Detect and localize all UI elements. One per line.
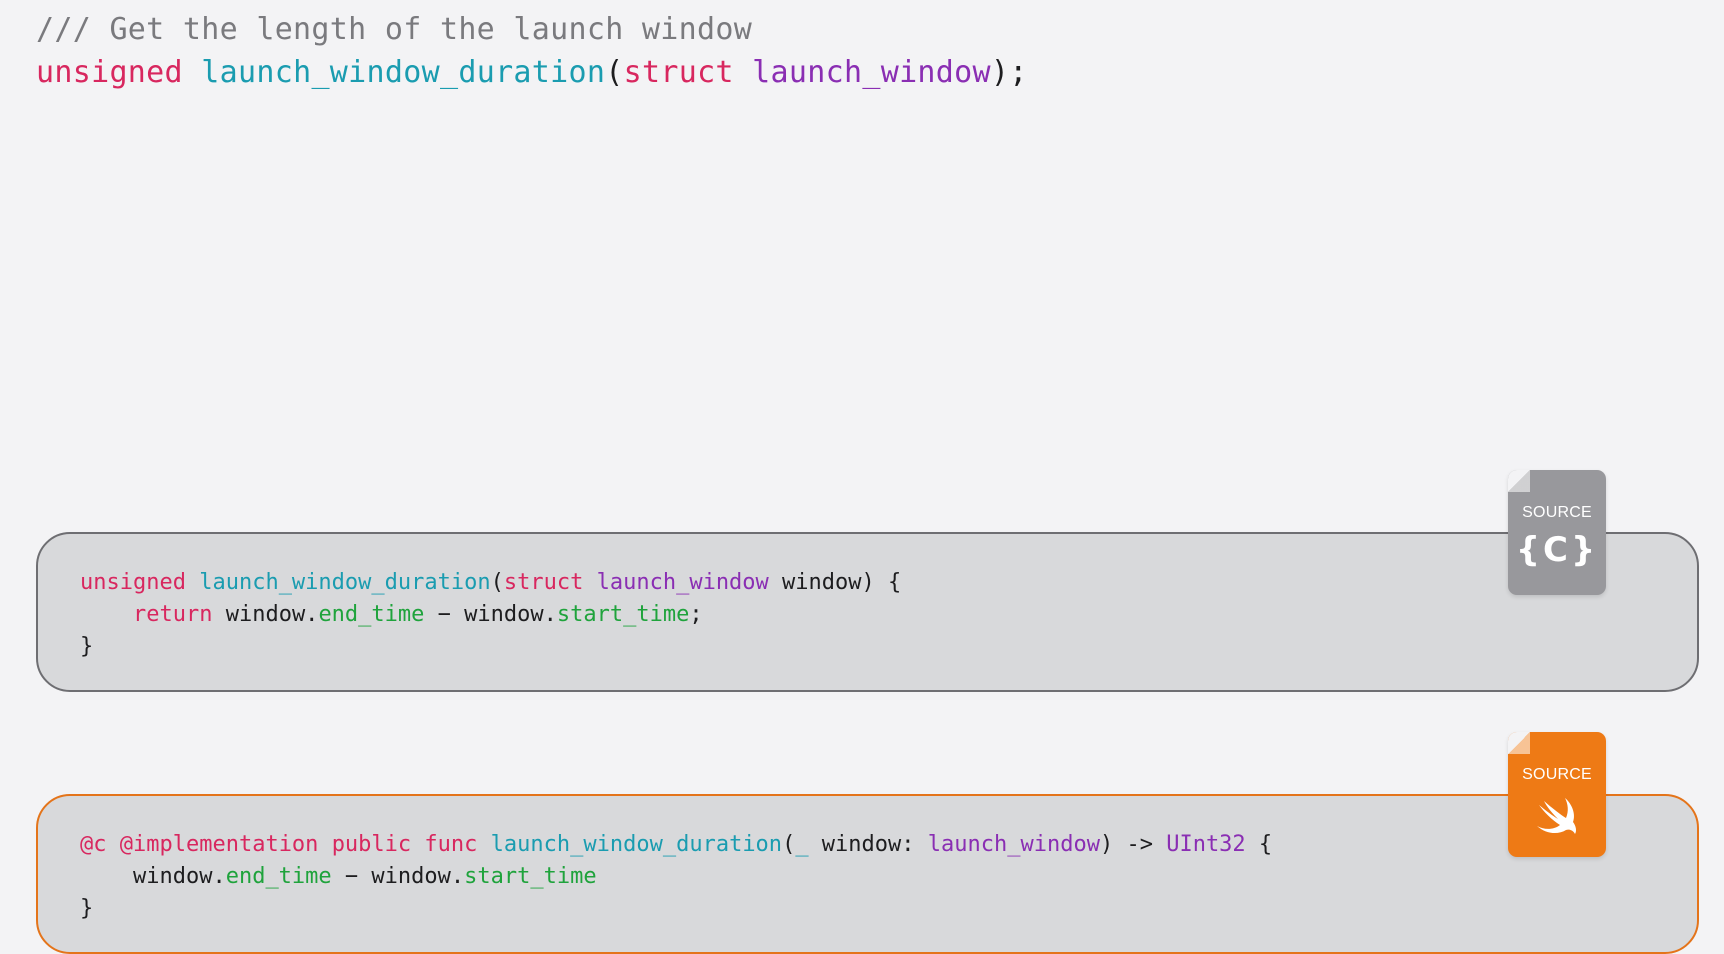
swift-logo-icon xyxy=(1537,798,1577,834)
property-start-time: start_time xyxy=(556,602,690,627)
argument-label: _ xyxy=(795,832,809,857)
property-end-time: end_time xyxy=(318,602,425,627)
return-type: UInt32 xyxy=(1166,832,1246,857)
attribute-c: @c xyxy=(80,832,107,857)
close-brace: } xyxy=(80,634,94,659)
page-fold xyxy=(1508,470,1530,492)
param-and-brace: window) { xyxy=(768,570,902,595)
keyword-public: public xyxy=(331,832,412,857)
function-name: launch_window_duration xyxy=(490,832,783,857)
swift-code: @c @implementation public func launch_wi… xyxy=(80,829,1272,925)
property-start-time: start_time xyxy=(464,864,597,889)
type-name: launch_window xyxy=(596,570,769,595)
close-paren-semicolon: ); xyxy=(990,55,1028,90)
code-text: window. xyxy=(132,864,226,889)
open-brace: { xyxy=(1245,832,1273,857)
c-source-block: unsigned launch_window_duration(struct l… xyxy=(36,532,1699,692)
page-fold xyxy=(1508,732,1530,754)
keyword-func: func xyxy=(424,832,478,857)
open-paren: ( xyxy=(782,832,796,857)
keyword-struct: struct xyxy=(503,570,584,595)
close-brace: } xyxy=(80,896,94,921)
property-end-time: end_time xyxy=(225,864,332,889)
keyword-unsigned: unsigned xyxy=(36,55,183,90)
keyword-struct: struct xyxy=(623,55,734,90)
semicolon: ; xyxy=(689,602,703,627)
code-text: − window. xyxy=(331,864,465,889)
badge-label: SOURCE xyxy=(1522,504,1592,521)
function-name: launch_window_duration xyxy=(201,55,606,90)
code-text: window. xyxy=(212,602,319,627)
return-arrow: ) -> xyxy=(1099,832,1167,857)
header-code: /// Get the length of the launch window … xyxy=(36,8,1028,94)
type-name: launch_window xyxy=(752,55,991,90)
doc-comment: /// Get the length of the launch window xyxy=(36,12,753,47)
function-name: launch_window_duration xyxy=(199,570,491,595)
c-source-badge: SOURCE {C} xyxy=(1508,470,1606,595)
open-paren: ( xyxy=(605,55,624,90)
swift-source-block: @c @implementation public func launch_wi… xyxy=(36,794,1699,954)
param-name: window: xyxy=(808,832,928,857)
badge-label: SOURCE xyxy=(1522,766,1592,783)
function-declaration: unsigned launch_window_duration(struct l… xyxy=(36,51,1028,94)
open-paren: ( xyxy=(490,570,504,595)
swift-source-badge: SOURCE xyxy=(1508,732,1606,857)
keyword-return: return xyxy=(132,602,213,627)
attribute-implementation: @implementation xyxy=(119,832,319,857)
c-code: unsigned launch_window_duration(struct l… xyxy=(80,567,901,663)
param-type: launch_window xyxy=(927,832,1100,857)
keyword-unsigned: unsigned xyxy=(80,570,186,595)
c-language-icon: {C} xyxy=(1515,530,1599,570)
code-text: − window. xyxy=(424,602,557,627)
